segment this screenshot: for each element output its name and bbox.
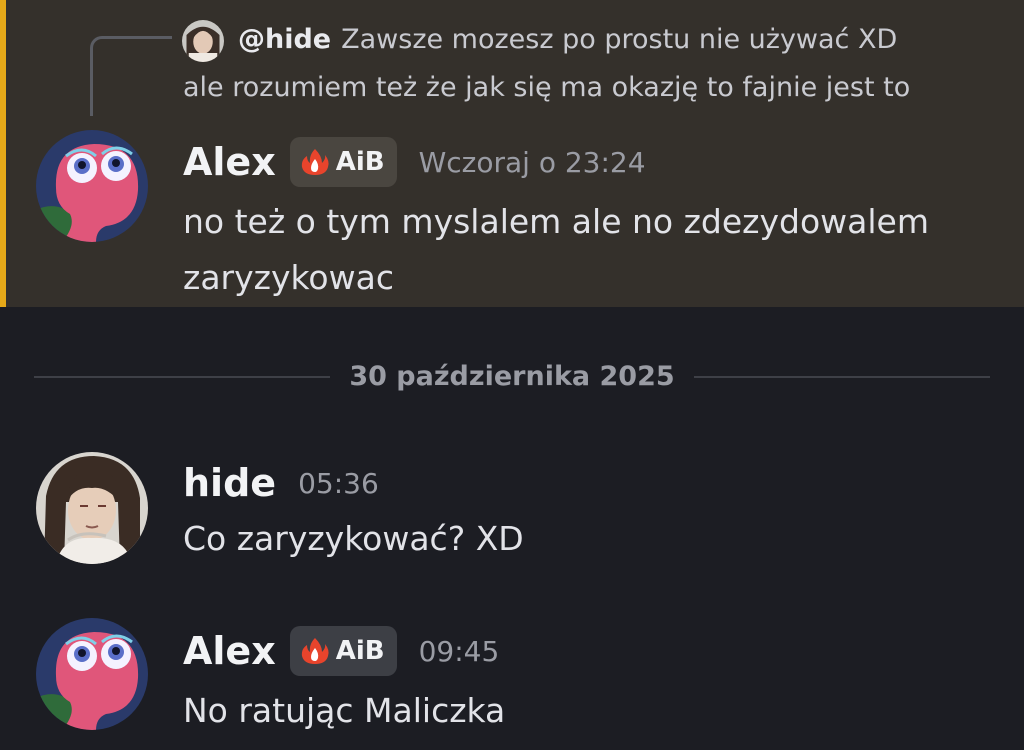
mention-highlight-bar — [0, 0, 6, 307]
message-text-line1: No ratując Maliczka — [183, 691, 506, 730]
pink-creature-avatar-icon — [36, 618, 148, 730]
message-timestamp[interactable]: 05:36 — [298, 467, 379, 500]
reply-text-line2[interactable]: ale rozumiem też że jak się ma okazję to… — [183, 70, 910, 106]
avatar[interactable] — [36, 452, 148, 564]
flame-icon — [301, 638, 329, 664]
reply-text-line1: Zawsze mozesz po prostu nie używać XD — [341, 24, 898, 55]
message-header: Alex AiB Wczoraj o 23:24 — [183, 137, 646, 187]
date-divider: 30 października 2025 — [349, 361, 675, 392]
message-text-line1: Co zaryzykować? XD — [183, 519, 524, 558]
pink-creature-avatar-icon — [36, 130, 148, 242]
message-username[interactable]: hide — [183, 458, 276, 508]
message-text-line2: zaryzykowac — [183, 258, 394, 297]
message-username[interactable]: Alex — [183, 137, 276, 187]
reply-connector — [90, 36, 172, 116]
highlighted-message[interactable]: @hide Zawsze mozesz po prostu nie używać … — [0, 0, 1024, 307]
divider-line-left — [34, 376, 330, 378]
divider-line-right — [694, 376, 990, 378]
avatar[interactable] — [36, 618, 148, 730]
server-tag-label: AiB — [335, 636, 385, 666]
message-timestamp[interactable]: 09:45 — [419, 635, 500, 668]
message-header: hide 05:36 — [183, 458, 379, 508]
server-tag[interactable]: AiB — [289, 137, 397, 187]
message-text-line1: no też o tym myslalem ale no zdezydowale… — [183, 202, 929, 241]
server-tag-label: AiB — [335, 147, 385, 177]
avatar[interactable] — [36, 130, 148, 242]
chat-view: @hide Zawsze mozesz po prostu nie używać … — [0, 0, 1024, 750]
flame-icon — [301, 149, 329, 175]
message-header: Alex AiB 09:45 — [183, 626, 499, 676]
server-tag[interactable]: AiB — [289, 626, 397, 676]
reply-username[interactable]: @hide — [238, 24, 331, 55]
drawn-character-avatar-icon — [36, 452, 148, 564]
reply-avatar[interactable] — [182, 20, 224, 62]
reply-preview-line1[interactable]: @hide Zawsze mozesz po prostu nie używać … — [238, 22, 897, 58]
message-username[interactable]: Alex — [183, 626, 276, 676]
message-timestamp[interactable]: Wczoraj o 23:24 — [419, 146, 646, 179]
